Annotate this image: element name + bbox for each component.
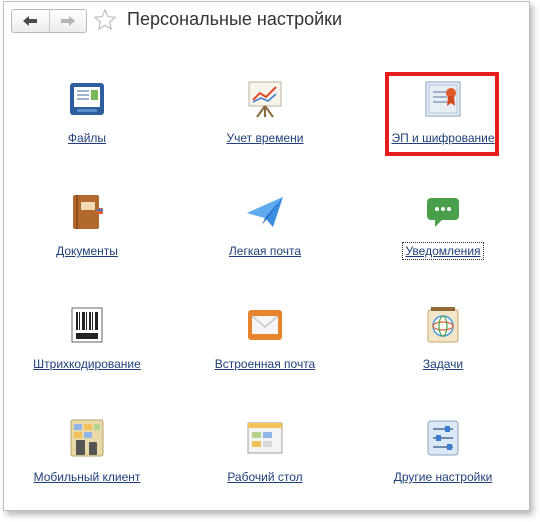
tile-label[interactable]: Уведомления [402,242,484,260]
tile-barcoding[interactable]: Штрихкодирование [2,305,172,373]
tile-label[interactable]: Файлы [66,130,108,146]
tile-label[interactable]: Задачи [421,356,465,372]
tile-label[interactable]: Встроенная почта [213,356,317,372]
back-button[interactable] [12,10,49,32]
tile-easy-mail[interactable]: Легкая почта [180,192,350,260]
tile-label[interactable]: Легкая почта [227,243,303,259]
tile-label[interactable]: Другие настройки [392,469,495,485]
desktop-icon [247,422,283,454]
navigation-buttons [11,9,87,33]
page-title: Персональные настройки [127,9,343,29]
tile-tasks[interactable]: Задачи [358,305,528,373]
paper-plane-icon [247,197,283,227]
star-icon[interactable] [93,8,117,32]
tile-other-settings[interactable]: Другие настройки [358,418,528,486]
settings-window: Персональные настройки Файлы Учет времен… [3,1,530,511]
other-settings-icon [427,420,459,456]
tile-desktop[interactable]: Рабочий стол [180,418,350,486]
tile-label[interactable]: Документы [54,243,120,259]
time-tracking-icon [248,81,282,118]
arrow-right-icon [60,16,75,26]
tile-mobile-client[interactable]: Мобильный клиент [2,418,172,486]
tile-files[interactable]: Файлы [2,79,172,147]
tile-time-tracking[interactable]: Учет времени [180,79,350,147]
tile-documents[interactable]: Документы [2,192,172,260]
tile-label[interactable]: Учет времени [225,130,306,146]
arrow-left-icon [23,16,38,26]
notifications-icon [427,198,459,227]
forward-button[interactable] [48,10,87,32]
tile-built-in-mail[interactable]: Встроенная почта [180,305,350,373]
documents-icon [73,195,103,229]
highlight-box [385,72,499,156]
tasks-icon [427,307,459,343]
tile-label[interactable]: Мобильный клиент [32,469,143,485]
files-icon [70,83,104,115]
tile-notifications[interactable]: Уведомления [358,192,528,260]
tile-label[interactable]: Рабочий стол [225,469,304,485]
mobile-client-icon [70,419,104,457]
barcode-icon [71,307,103,343]
mail-icon [248,310,282,340]
tile-label[interactable]: Штрихкодирование [31,356,143,372]
